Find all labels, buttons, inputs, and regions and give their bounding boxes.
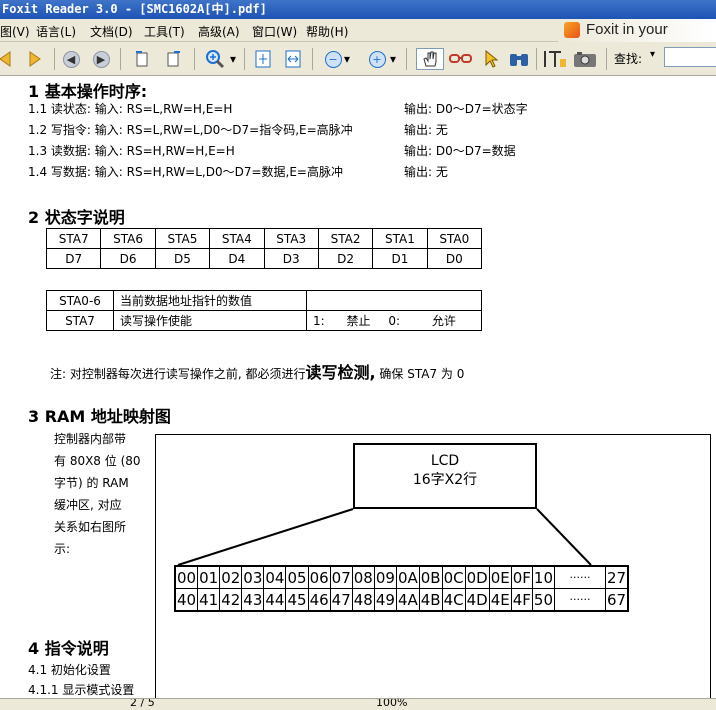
ram-cell: 02 (219, 565, 243, 589)
ram-cell: 48 (351, 588, 375, 612)
ram-cell: 4B (418, 588, 443, 612)
ram-cell: 0D (464, 565, 490, 589)
ram-cell: 40 (174, 588, 199, 612)
ram-cell: 00 (174, 565, 199, 589)
ram-cell: 49 (373, 588, 397, 612)
ram-cell: 0F (510, 565, 533, 589)
section411-title: 4.1.1 显示模式设置 (28, 683, 135, 697)
ram-cell: 43 (241, 588, 265, 612)
ram-cell: 50 (531, 588, 556, 612)
ram-cell: 03 (241, 565, 265, 589)
zoom-level[interactable]: 100% (376, 699, 407, 709)
ram-cell: 0E (488, 565, 512, 589)
ram-cell-ellipsis: ······ (554, 565, 607, 589)
ram-cell: 47 (329, 588, 353, 612)
ram-address-table: 00 01 02 03 04 05 06 07 08 09 0A 0B 0C 0… (174, 565, 630, 612)
ram-cell: 4E (488, 588, 512, 612)
ram-cell: 08 (351, 565, 375, 589)
ram-cell: 4F (510, 588, 533, 612)
status-bar: 2 / 5 100% (0, 698, 716, 710)
lcd-line2: 16字X2行 (412, 472, 478, 488)
ram-cell-ellipsis: ······ (554, 588, 607, 612)
ram-cell: 05 (285, 565, 309, 589)
ram-cell: 42 (219, 588, 243, 612)
ram-cell: 01 (197, 565, 221, 589)
ram-cell: 27 (605, 565, 629, 589)
ram-cell: 06 (307, 565, 331, 589)
lcd-box: LCD 16字X2行 (353, 443, 537, 509)
ram-cell: 41 (197, 588, 221, 612)
ram-cell: 0B (418, 565, 443, 589)
ram-cell: 09 (373, 565, 397, 589)
ram-cell: 07 (329, 565, 353, 589)
ram-cell: 04 (263, 565, 287, 589)
ram-cell: 46 (307, 588, 331, 612)
section4-title: 4 指令说明 (28, 639, 109, 658)
ram-cell: 44 (263, 588, 287, 612)
page-indicator[interactable]: 2 / 5 (130, 699, 155, 709)
ram-cell: 10 (531, 565, 556, 589)
ram-cell: 45 (285, 588, 309, 612)
ram-cell: 67 (605, 588, 629, 612)
section41-title: 4.1 初始化设置 (28, 663, 111, 677)
lcd-line1: LCD (430, 453, 460, 469)
ram-cell: 4C (441, 588, 466, 612)
ram-cell: 0A (395, 565, 420, 589)
ram-cell: 0C (441, 565, 466, 589)
ram-cell: 4A (395, 588, 420, 612)
ram-cell: 4D (464, 588, 490, 612)
